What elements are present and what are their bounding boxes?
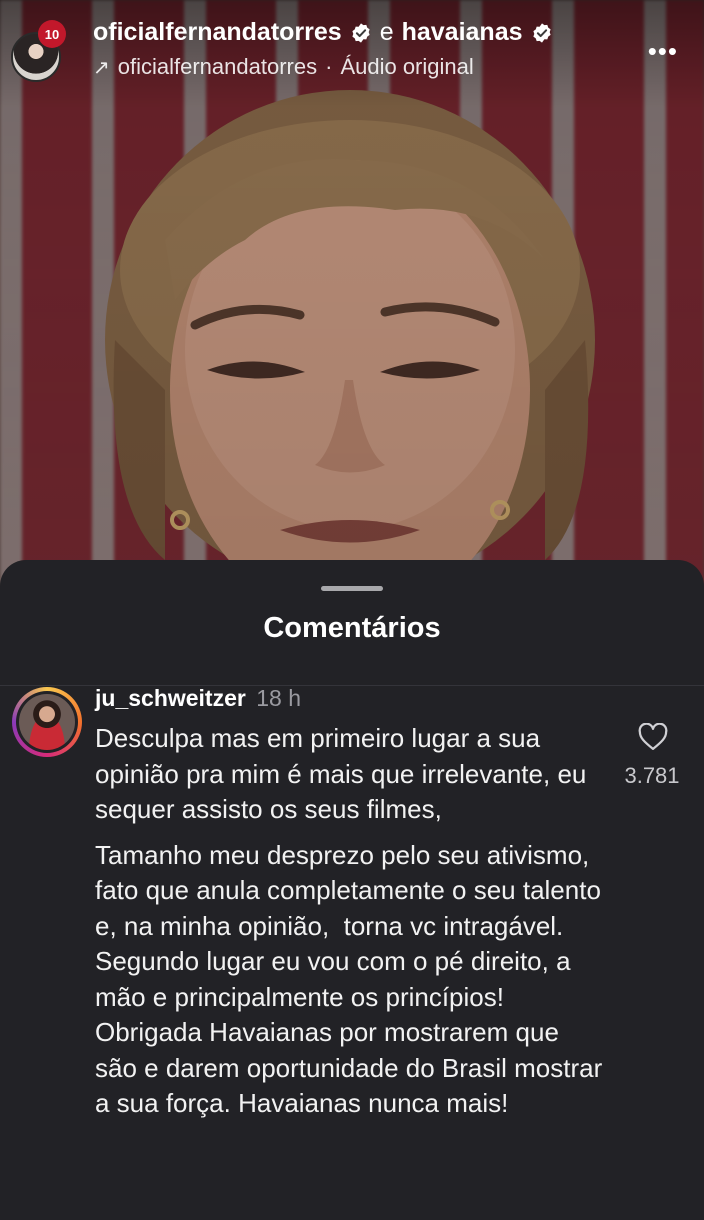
comments-sheet: Comentários ju_schweitzer 18 h Desculpa … [0, 560, 704, 1220]
comment-avatar[interactable] [12, 687, 82, 757]
header-notification-badge: 10 [38, 20, 66, 48]
header-audio-label: Áudio original [340, 54, 474, 79]
comment-timestamp: 18 h [256, 685, 301, 711]
reel-header: 10 oficialfernandatorres e havaianas ↗ o… [0, 0, 704, 100]
header-audio-separator: · [325, 54, 333, 79]
comment-paragraph: Tamanho meu desprezo pelo seu ativismo, … [95, 839, 610, 1119]
header-audio-line[interactable]: ↗ oficialfernandatorres · Áudio original [93, 54, 474, 80]
like-count: 3.781 [624, 763, 680, 788]
header-conjunction: e [379, 18, 394, 46]
header-accounts: oficialfernandatorres e havaianas [93, 18, 553, 47]
more-dots-icon[interactable]: ••• [648, 36, 678, 67]
sheet-drag-handle[interactable] [321, 586, 383, 591]
header-account-secondary[interactable]: havaianas [402, 18, 523, 47]
comment-body: Desculpa mas em primeiro lugar a sua opi… [95, 721, 605, 1132]
header-audio-account: oficialfernandatorres [117, 54, 318, 79]
avatar-photo [19, 694, 75, 750]
header-badge-count: 10 [44, 26, 60, 42]
verified-badge-icon [352, 22, 370, 43]
arrow-up-right-icon: ↗ [93, 56, 110, 79]
header-account-primary[interactable]: oficialfernandatorres [93, 18, 342, 47]
comment-meta: ju_schweitzer 18 h [95, 685, 301, 712]
comment-paragraph: Desculpa mas em primeiro lugar a sua opi… [95, 723, 594, 824]
sheet-title: Comentários [263, 612, 441, 644]
comment-username[interactable]: ju_schweitzer [95, 685, 246, 711]
comment-item: ju_schweitzer 18 h Desculpa mas em prime… [0, 685, 704, 1220]
heart-outline-icon[interactable] [638, 723, 668, 751]
verified-badge-icon-secondary [532, 22, 551, 43]
